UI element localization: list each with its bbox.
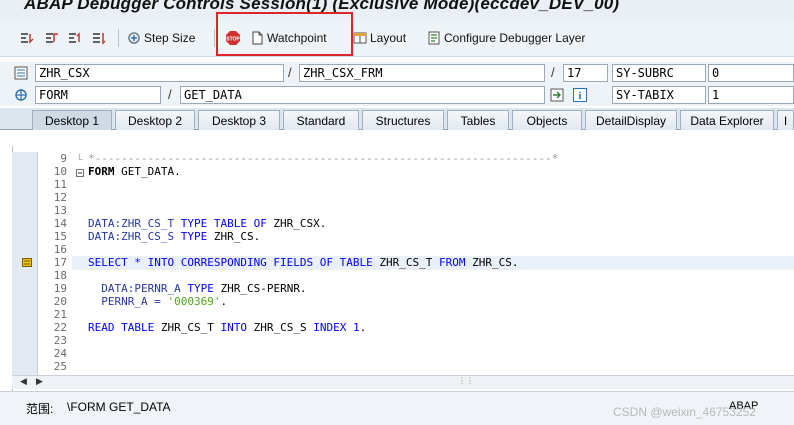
line-number: 10 <box>53 165 67 178</box>
line-number: 23 <box>53 334 67 347</box>
scroll-grip-icon[interactable]: ⋮⋮ <box>458 376 474 385</box>
line-number-column: 9 10 11 12 13 14 15 16 17 18 19 20 21 22… <box>38 152 70 375</box>
line-number: 20 <box>53 295 67 308</box>
watermark: CSDN @weixin_46753252 <box>613 405 756 419</box>
step-over-icon <box>46 33 58 43</box>
event-type-field[interactable]: FORM <box>35 86 161 104</box>
line-number: 17 <box>53 256 67 269</box>
line-number: 18 <box>53 269 67 282</box>
svg-text:i: i <box>578 90 581 102</box>
navigate-icon[interactable] <box>550 88 564 102</box>
step-size-icon <box>128 32 140 44</box>
breakpoint-gutter[interactable] <box>12 152 38 375</box>
code-line: FORM GET_DATA. <box>88 165 181 178</box>
tab-desktop-1[interactable]: Desktop 1 <box>32 110 112 130</box>
line-number: 22 <box>53 321 67 334</box>
scope-value: \FORM GET_DATA <box>67 400 171 414</box>
return-button[interactable] <box>68 28 82 48</box>
include-field[interactable]: ZHR_CSX_FRM <box>299 64 545 82</box>
source-code[interactable]: *---------------------------------------… <box>72 152 794 375</box>
code-line: READ TABLE ZHR_CS_T INTO ZHR_CS_S INDEX … <box>88 321 367 334</box>
slash-separator: / <box>168 87 172 102</box>
code-line: PERNR_A = '000369'. <box>88 295 228 308</box>
configure-debugger-layer-button[interactable]: Configure Debugger Layer <box>427 28 585 48</box>
tab-standard[interactable]: Standard <box>283 110 359 130</box>
configure-layer-label: Configure Debugger Layer <box>444 31 586 45</box>
step-size-button[interactable]: Step Size <box>127 28 195 48</box>
tab-tables[interactable]: Tables <box>447 110 509 130</box>
step-into-icon <box>21 33 34 44</box>
line-number: 9 <box>60 152 67 165</box>
line-number: 14 <box>53 217 67 230</box>
line-number: 24 <box>53 347 67 360</box>
line-number: 25 <box>53 360 67 373</box>
toolbar-separator <box>214 29 215 47</box>
step-into-button[interactable] <box>20 28 34 48</box>
sysvar-name-field[interactable]: SY-TABIX <box>612 86 706 104</box>
event-icon <box>15 89 27 101</box>
tab-more[interactable]: I <box>777 110 794 130</box>
continue-icon <box>93 33 106 45</box>
scroll-left-icon[interactable]: ◀ <box>20 376 27 387</box>
line-field[interactable]: 17 <box>563 64 608 82</box>
event-name-field[interactable]: GET_DATA <box>180 86 545 104</box>
slash-separator: / <box>551 65 555 80</box>
current-line-arrow-icon <box>22 258 32 267</box>
tab-desktop-3[interactable]: Desktop 3 <box>198 110 280 130</box>
line-number: 15 <box>53 230 67 243</box>
tab-objects[interactable]: Objects <box>512 110 582 130</box>
continue-button[interactable] <box>92 28 106 48</box>
line-number: 16 <box>53 243 67 256</box>
code-line-current: SELECT * INTO CORRESPONDING FIELDS OF TA… <box>88 256 519 269</box>
slash-separator: / <box>288 65 292 80</box>
return-icon <box>69 32 80 43</box>
tab-structures[interactable]: Structures <box>362 110 444 130</box>
line-number: 12 <box>53 191 67 204</box>
status-bar: 范围: \FORM GET_DATA ABAP CSDN @weixin_467… <box>0 391 794 425</box>
line-number: 13 <box>53 204 67 217</box>
line-number: 11 <box>53 178 67 191</box>
layout-button[interactable]: Layout <box>353 28 406 48</box>
program-field[interactable]: ZHR_CSX <box>35 64 284 82</box>
code-line: DATA:ZHR_CS_S TYPE ZHR_CS. <box>88 230 261 243</box>
sysvar-value-field[interactable]: 0 <box>708 64 794 82</box>
code-comment: *---------------------------------------… <box>88 152 559 165</box>
tab-data-explorer[interactable]: Data Explorer <box>680 110 774 130</box>
horizontal-scrollbar[interactable]: ◀ ▶ ⋮⋮ <box>12 375 794 389</box>
scroll-right-icon[interactable]: ▶ <box>36 376 43 387</box>
toolbar-separator <box>118 29 119 47</box>
info-icon[interactable]: i <box>573 88 587 102</box>
code-line: DATA:ZHR_CS_T TYPE TABLE OF ZHR_CSX. <box>88 217 327 230</box>
sysvar-value-field[interactable]: 1 <box>708 86 794 104</box>
scope-label: 范围: <box>26 402 54 416</box>
sysvar-name-field[interactable]: SY-SUBRC <box>612 64 706 82</box>
program-icon <box>14 66 28 80</box>
watchpoint-highlight-box <box>216 12 353 56</box>
tab-desktop-2[interactable]: Desktop 2 <box>115 110 195 130</box>
step-over-button[interactable] <box>45 28 59 48</box>
line-number: 19 <box>53 282 67 295</box>
configure-layer-icon <box>428 31 440 45</box>
debugger-toolbar: Step Size STOP Watchpoint Layout Configu… <box>0 19 794 57</box>
window-title-bar: ABAP Debugger Controls Session(1) (Exclu… <box>0 0 794 19</box>
tab-detail-display[interactable]: DetailDisplay <box>585 110 677 130</box>
code-line: DATA:PERNR_A TYPE ZHR_CS-PERNR. <box>88 282 307 295</box>
step-size-label: Step Size <box>144 31 196 45</box>
line-number: 21 <box>53 308 67 321</box>
desktop-tab-bar: Desktop 1 Desktop 2 Desktop 3 Standard S… <box>0 108 794 130</box>
layout-label: Layout <box>370 31 407 45</box>
program-info-row: ZHR_CSX / ZHR_CSX_FRM / 17 SY-SUBRC 0 <box>0 62 794 84</box>
layout-icon <box>353 32 367 44</box>
event-info-row: FORM / GET_DATA i SY-TABIX 1 <box>0 84 794 106</box>
